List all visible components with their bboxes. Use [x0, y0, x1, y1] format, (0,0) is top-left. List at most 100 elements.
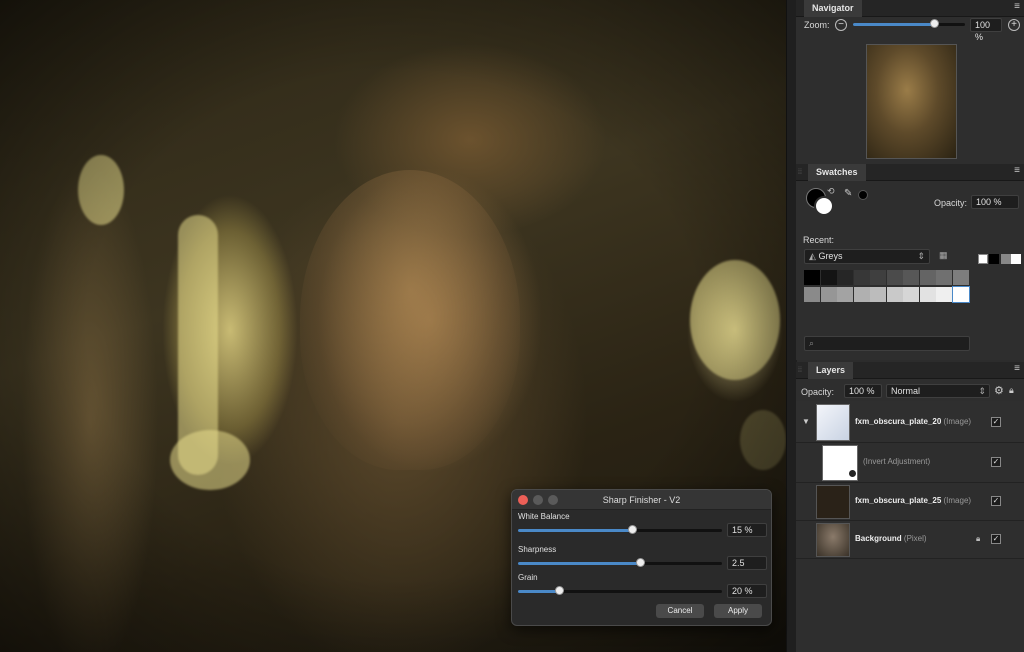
color-swatch[interactable] — [820, 270, 837, 285]
layer-label: fxm_obscura_plate_20 (Image) — [855, 417, 972, 426]
grain-slider-knob[interactable] — [555, 586, 564, 595]
palette-grid-icon[interactable]: ▦ — [939, 250, 948, 261]
swatch-opacity-field[interactable]: 100 % — [971, 195, 1019, 209]
palette-dropdown[interactable]: ◭ Greys ⇕ — [804, 249, 930, 264]
blend-mode-dropdown[interactable]: Normal ⇕ — [886, 384, 990, 398]
layer-label: Background (Pixel) — [855, 534, 927, 543]
layer-row[interactable]: ▼ fxm_obscura_plate_20 (Image) ✓ — [796, 401, 1024, 443]
secondary-color-icon[interactable] — [814, 196, 834, 216]
swatch-grid — [804, 270, 970, 304]
adjustment-icon — [848, 469, 857, 478]
minimize-icon[interactable] — [533, 495, 543, 505]
color-swatch[interactable] — [903, 287, 919, 302]
layer-row[interactable]: fxm_obscura_plate_25 (Image) ✓ — [796, 483, 1024, 521]
zoom-value-field[interactable]: 100 % — [970, 18, 1002, 42]
color-swatch[interactable] — [804, 270, 820, 285]
dialog-title: Sharp Finisher - V2 — [602, 495, 681, 505]
swatches-panel: ⁞⁞ Swatches ≡ ⟲ ✎ Opacity: 100 % Recent:… — [796, 164, 1024, 360]
layer-opacity-label: Opacity: — [801, 387, 835, 397]
swatches-title: Swatches — [808, 164, 866, 181]
color-swatch[interactable] — [903, 270, 919, 285]
search-icon: ⌕ — [809, 338, 815, 348]
grain-field[interactable]: 20 % — [727, 584, 767, 598]
lock-icon[interactable]: 🔒︎ — [976, 534, 980, 544]
color-swatch[interactable] — [820, 287, 837, 302]
blend-mode-value: Normal — [891, 386, 921, 396]
apply-button[interactable]: Apply — [714, 604, 762, 618]
color-swatch[interactable] — [936, 270, 952, 285]
navigator-preview[interactable] — [866, 44, 957, 159]
white-swatch-icon[interactable] — [1011, 254, 1021, 264]
layers-header: ⁞⁞ Layers ≡ — [796, 362, 1024, 379]
expand-triangle-icon[interactable]: ▼ — [802, 417, 810, 426]
layer-opacity-field[interactable]: 100 % — [844, 384, 882, 398]
picked-color-icon[interactable] — [858, 190, 868, 200]
layer-visibility-checkbox[interactable]: ✓ — [991, 496, 1001, 506]
zoom-out-icon[interactable]: − — [835, 19, 847, 31]
palette-icon: ◭ — [809, 251, 816, 261]
swap-colors-icon[interactable]: ⟲ — [827, 186, 835, 197]
color-swatch[interactable] — [936, 287, 952, 302]
color-swatch[interactable] — [837, 270, 853, 285]
color-swatch[interactable] — [919, 270, 936, 285]
grain-label: Grain — [518, 573, 538, 582]
sharpness-field[interactable]: 2.5 — [727, 556, 767, 570]
color-swatch[interactable] — [886, 270, 903, 285]
maximize-icon[interactable] — [548, 495, 558, 505]
recent-label: Recent: — [803, 235, 835, 245]
layer-row[interactable]: (Invert Adjustment) ✓ — [796, 443, 1024, 483]
zoom-slider-knob[interactable] — [930, 19, 939, 28]
color-swatch[interactable] — [870, 270, 886, 285]
dialog-titlebar: Sharp Finisher - V2 — [512, 490, 771, 510]
sharpness-slider-knob[interactable] — [636, 558, 645, 567]
layer-row[interactable]: Background (Pixel) 🔒︎ ✓ — [796, 521, 1024, 559]
gear-icon[interactable]: ⚙ — [994, 384, 1004, 397]
navigator-header: Navigator ≡ — [796, 0, 1024, 17]
zoom-in-icon[interactable]: + — [1008, 19, 1020, 31]
chevron-updown-icon: ⇕ — [978, 386, 986, 396]
cancel-button[interactable]: Cancel — [656, 604, 704, 618]
swatch-search-input[interactable]: ⌕ — [804, 336, 970, 351]
drag-handle-icon[interactable]: ⁞⁞ — [798, 169, 802, 176]
color-swatch[interactable] — [886, 287, 903, 302]
color-swatch[interactable] — [952, 270, 969, 285]
color-swatch[interactable] — [919, 287, 936, 302]
layer-visibility-checkbox[interactable]: ✓ — [991, 457, 1001, 467]
zoom-slider-fill — [853, 23, 934, 26]
color-swatch[interactable] — [853, 287, 870, 302]
layers-title: Layers — [808, 362, 854, 379]
layer-thumbnail — [816, 404, 850, 441]
grain-slider-fill — [518, 590, 559, 593]
no-color-icon[interactable] — [978, 254, 988, 264]
panel-menu-icon[interactable]: ≡ — [1014, 363, 1020, 374]
panel-menu-icon[interactable]: ≡ — [1014, 1, 1020, 12]
white-balance-slider-fill — [518, 529, 632, 532]
navigator-panel: Navigator ≡ Zoom: − 100 % + — [796, 0, 1024, 164]
color-swatch[interactable] — [870, 287, 886, 302]
navigator-title: Navigator — [804, 0, 862, 17]
layer-thumbnail — [816, 485, 850, 519]
layer-label: fxm_obscura_plate_25 (Image) — [855, 496, 972, 505]
color-swatch[interactable] — [853, 270, 870, 285]
color-swatch[interactable] — [837, 287, 853, 302]
white-balance-field[interactable]: 15 % — [727, 523, 767, 537]
white-balance-slider-knob[interactable] — [628, 525, 637, 534]
drag-handle-icon[interactable]: ⁞⁞ — [798, 367, 802, 374]
close-icon[interactable] — [518, 495, 528, 505]
color-picker-icon[interactable]: ✎ — [844, 188, 852, 199]
white-balance-label: White Balance — [518, 512, 570, 521]
sharp-finisher-dialog: Sharp Finisher - V2 White Balance 15 % S… — [511, 489, 772, 626]
grey-swatch-icon[interactable] — [1001, 254, 1011, 264]
sharpness-label: Sharpness — [518, 545, 557, 554]
sharpness-slider-fill — [518, 562, 640, 565]
lock-icon[interactable]: 🔒︎ — [1009, 385, 1014, 396]
layer-visibility-checkbox[interactable]: ✓ — [991, 417, 1001, 427]
swatches-header: ⁞⁞ Swatches ≡ — [796, 164, 1024, 181]
layer-visibility-checkbox[interactable]: ✓ — [991, 534, 1001, 544]
panel-menu-icon[interactable]: ≡ — [1014, 165, 1020, 176]
color-swatch[interactable] — [951, 286, 970, 303]
zoom-label: Zoom: — [804, 20, 830, 30]
swatch-opacity-label: Opacity: — [934, 198, 968, 208]
black-swatch-icon[interactable] — [989, 254, 999, 264]
color-swatch[interactable] — [804, 287, 820, 302]
